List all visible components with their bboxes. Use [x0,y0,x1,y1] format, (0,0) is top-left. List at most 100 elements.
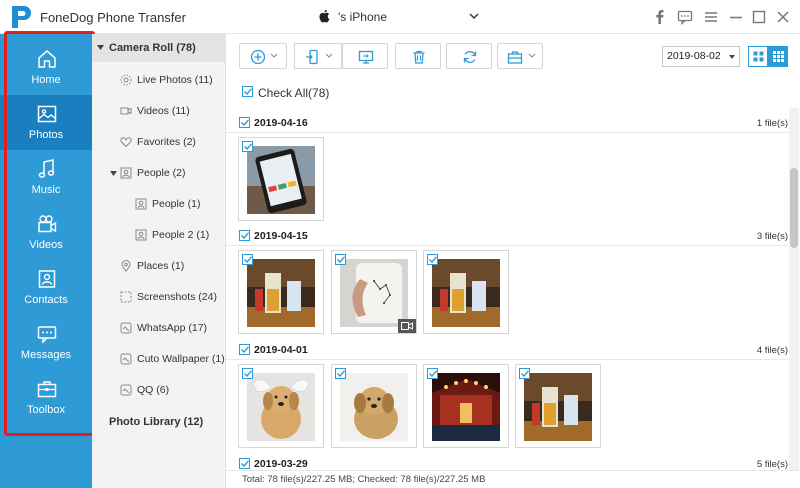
feedback-icon[interactable] [677,9,693,25]
videos-icon [38,215,57,233]
photo-checkbox[interactable] [242,254,253,265]
date-group-checkbox[interactable] [239,458,250,469]
device-name[interactable]: 's iPhone [338,10,387,24]
photo-checkbox[interactable] [427,368,438,379]
contacts-icon [38,270,56,288]
photo-checkbox[interactable] [335,254,346,265]
date-group-checkbox[interactable] [239,230,250,241]
photo-thumbnail[interactable] [331,250,417,334]
nav-contacts[interactable]: Contacts [0,260,92,315]
video-badge [398,319,416,333]
album-tree: Camera Roll (78) Live Photos (11) Videos… [92,34,226,488]
checkmark-icon [244,256,252,263]
date-filter-select[interactable]: 2019-08-02 [662,46,740,67]
checkmark-icon [337,256,345,263]
refresh-button[interactable] [446,43,492,69]
checkmark-icon [244,370,252,377]
messages-icon [37,326,57,344]
date-group-header: 2019-04-16 1 file(s) [226,113,788,133]
export-to-pc-button[interactable] [342,43,388,69]
checkmark-icon [337,370,345,377]
person-icon [135,198,147,210]
toolbox-icon [37,381,57,398]
nav-home[interactable]: Home [0,40,92,95]
minimize-icon[interactable] [728,9,744,25]
photo-thumbnail[interactable] [238,250,324,334]
home-icon [38,50,56,68]
status-text: Total: 78 file(s)/227.25 MB; Checked: 78… [242,474,486,485]
photo-checkbox[interactable] [335,368,346,379]
date-group-header: 2019-04-01 4 file(s) [226,340,788,360]
photo-grid: 2019-04-16 1 file(s) 2019-04-15 3 file(s… [226,108,788,470]
photo-checkbox[interactable] [427,254,438,265]
photo-thumbnail[interactable] [238,364,324,448]
checkmark-icon [241,346,249,353]
toolbox-button[interactable] [497,43,543,69]
scrollbar-thumb[interactable] [790,168,798,248]
photo-thumbnail[interactable] [423,364,509,448]
photos-icon [37,105,57,123]
album-icon [120,322,132,334]
checkmark-icon [244,88,252,95]
location-icon [121,260,131,272]
nav-music[interactable]: Music [0,150,92,205]
check-all-label: Check All(78) [258,86,330,100]
chevron-down-icon [270,53,278,58]
menu-icon[interactable] [703,9,719,25]
live-photos-icon [120,74,132,86]
refresh-icon [463,51,477,63]
add-button[interactable] [239,43,287,69]
date-group-checkbox[interactable] [239,117,250,128]
nav-toolbox[interactable]: Toolbox [0,370,92,425]
maximize-icon[interactable] [751,9,767,25]
caret-down-icon[interactable] [110,171,117,176]
date-group-header: 2019-04-15 3 file(s) [226,226,788,246]
checkmark-icon [241,119,249,126]
album-icon [120,384,132,396]
person-icon [135,229,147,241]
vertical-scrollbar[interactable] [789,108,799,470]
photo-thumbnail[interactable] [515,364,601,448]
drinks-photo-image [524,373,592,441]
photo-thumbnail[interactable] [331,364,417,448]
drinks-photo-image [247,259,315,327]
toolbox-icon [507,51,523,64]
grid-large-icon [753,51,764,62]
facebook-icon[interactable] [652,9,668,25]
date-group-checkbox[interactable] [239,344,250,355]
app-logo-icon [12,6,31,28]
nav-videos[interactable]: Videos [0,205,92,260]
checkmark-icon [241,460,249,467]
video-camera-icon [401,322,413,330]
photo-checkbox[interactable] [519,368,530,379]
caret-down-icon[interactable] [97,45,104,50]
checkmark-icon [429,370,437,377]
photo-thumbnail[interactable] [423,250,509,334]
grid-view-large-button[interactable] [748,46,768,67]
screenshot-icon [120,291,132,303]
device-dropdown-chevron-icon[interactable] [469,13,479,20]
export-to-device-button[interactable] [294,43,342,69]
photo-checkbox[interactable] [242,141,253,152]
tree-item-camera-roll[interactable]: Camera Roll (78) [92,34,226,62]
nav-photos[interactable]: Photos [0,95,92,150]
grid-view-small-button[interactable] [768,46,788,67]
checkmark-icon [429,256,437,263]
toolbar: 2019-08-02 [226,34,800,78]
chevron-down-icon [528,53,536,58]
close-icon[interactable] [775,9,791,25]
nav-messages[interactable]: Messages [0,315,92,370]
checkmark-icon [521,370,529,377]
check-all-row: Check All(78) [226,80,800,104]
photo-thumbnail[interactable] [238,137,324,221]
delete-button[interactable] [395,43,441,69]
date-filter-value: 2019-08-02 [667,50,721,62]
photo-checkbox[interactable] [242,368,253,379]
apple-icon [319,9,330,23]
check-all-checkbox[interactable] [242,86,253,97]
caret-down-icon [729,55,735,59]
export-to-pc-icon [358,50,374,64]
delete-icon [413,50,425,64]
export-to-device-icon [306,49,318,65]
checkmark-icon [241,232,249,239]
